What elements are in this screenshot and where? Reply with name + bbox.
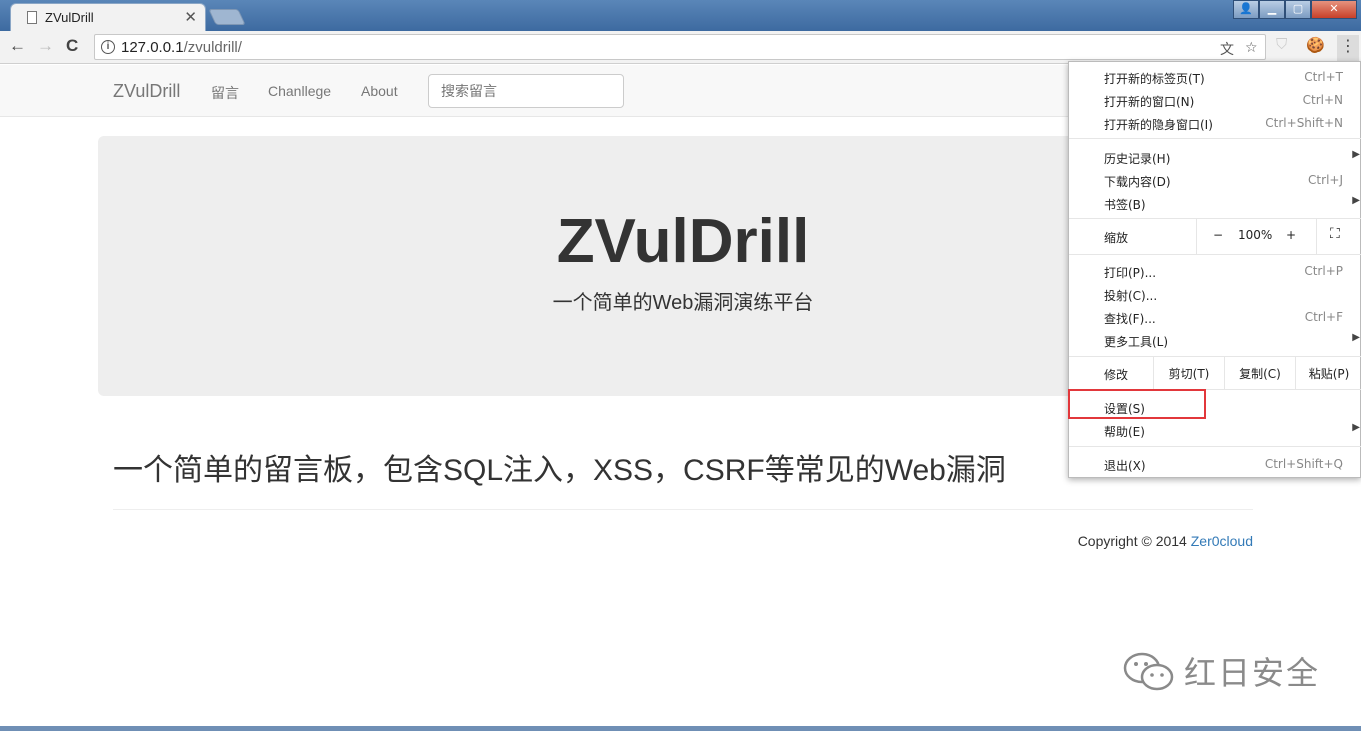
maximize-button[interactable]: ▢ — [1285, 0, 1311, 19]
menu-item-print[interactable]: 打印(P)... Ctrl+P — [1069, 260, 1361, 283]
site-brand[interactable]: ZVulDrill — [113, 81, 180, 102]
zoom-level: 100% — [1238, 228, 1273, 242]
cut-button[interactable]: 剪切(T) — [1153, 356, 1224, 389]
search-input[interactable] — [428, 74, 624, 108]
menu-item-new-window[interactable]: 打开新的窗口(N) Ctrl+N — [1069, 89, 1361, 112]
zoom-out-button[interactable]: − — [1213, 228, 1223, 242]
page-icon — [27, 11, 37, 24]
zoom-label: 缩放 — [1104, 231, 1129, 245]
menu-item-help[interactable]: 帮助(E) ▶ — [1069, 419, 1361, 442]
browser-titlebar: ZVulDrill ✕ 👤 ▁ ▢ ✕ — [0, 0, 1361, 31]
watermark: 红日安全 — [1122, 648, 1320, 694]
tab-close-icon[interactable]: ✕ — [184, 8, 197, 26]
user-icon[interactable]: 👤 — [1233, 0, 1259, 19]
back-button[interactable]: ← — [9, 36, 26, 56]
menu-item-history[interactable]: 历史记录(H) ▶ — [1069, 146, 1361, 169]
paste-button[interactable]: 粘贴(P) — [1295, 356, 1361, 389]
window-controls: 👤 ▁ ▢ ✕ — [1233, 0, 1357, 20]
translate-icon[interactable]: 文 — [1220, 39, 1234, 59]
browser-menu-button[interactable]: ⋮ — [1337, 35, 1359, 61]
settings-highlight-box — [1068, 389, 1206, 419]
tab-title: ZVulDrill — [45, 10, 94, 25]
submenu-arrow-icon: ▶ — [1352, 195, 1360, 206]
menu-separator — [1069, 446, 1361, 447]
watermark-text: 红日安全 — [1184, 654, 1321, 692]
reload-button[interactable]: C — [66, 36, 78, 56]
menu-item-bookmarks[interactable]: 书签(B) ▶ — [1069, 192, 1361, 215]
menu-item-downloads[interactable]: 下载内容(D) Ctrl+J — [1069, 169, 1361, 192]
divider — [113, 509, 1253, 510]
menu-item-exit[interactable]: 退出(X) Ctrl+Shift+Q — [1069, 453, 1361, 476]
taskbar-edge — [0, 726, 1361, 731]
menu-separator — [1069, 138, 1361, 139]
url-text: 127.0.0.1/zvuldrill/ — [121, 39, 242, 56]
copyright-text: Copyright © 2014 — [1077, 533, 1191, 549]
submenu-arrow-icon: ▶ — [1352, 332, 1360, 343]
info-icon[interactable]: i — [101, 40, 115, 54]
menu-separator — [1069, 254, 1361, 255]
extension-shield-icon[interactable]: ⛉ — [1276, 36, 1287, 53]
wechat-icon — [1123, 652, 1174, 691]
bookmark-star-icon[interactable]: ☆ — [1245, 39, 1258, 56]
new-tab-button[interactable] — [208, 9, 246, 25]
menu-item-cast[interactable]: 投射(C)... — [1069, 283, 1361, 306]
minimize-button[interactable]: ▁ — [1259, 0, 1285, 19]
submenu-arrow-icon: ▶ — [1352, 149, 1360, 160]
extension-cookie-icon[interactable]: 🍪 — [1306, 36, 1325, 54]
menu-item-incognito[interactable]: 打开新的隐身窗口(I) Ctrl+Shift+N — [1069, 112, 1361, 135]
menu-item-new-tab[interactable]: 打开新的标签页(T) Ctrl+T — [1069, 66, 1361, 89]
menu-item-more-tools[interactable]: 更多工具(L) ▶ — [1069, 329, 1361, 352]
close-window-button[interactable]: ✕ — [1311, 0, 1357, 19]
author-link[interactable]: Zer0cloud — [1191, 533, 1253, 549]
copyright: Copyright © 2014 Zer0cloud — [1078, 533, 1253, 549]
fullscreen-icon[interactable]: ⛶ — [1330, 226, 1340, 242]
copy-button[interactable]: 复制(C) — [1224, 356, 1295, 389]
browser-toolbar: ← → C i 127.0.0.1/zvuldrill/ 文 ☆ — [0, 31, 1361, 64]
menu-zoom-row: 缩放 − 100% + ⛶ — [1069, 218, 1361, 254]
menu-item-find[interactable]: 查找(F)... Ctrl+F — [1069, 306, 1361, 329]
forward-button[interactable]: → — [37, 36, 54, 56]
submenu-arrow-icon: ▶ — [1352, 422, 1360, 433]
page-headline: 一个简单的留言板，包含SQL注入，XSS，CSRF等常见的Web漏洞 — [113, 454, 1006, 487]
nav-link-about[interactable]: About — [361, 83, 398, 99]
browser-tab[interactable]: ZVulDrill ✕ — [10, 3, 206, 31]
address-bar[interactable]: i 127.0.0.1/zvuldrill/ 文 ☆ — [94, 34, 1266, 60]
menu-edit-row: 修改 剪切(T) 复制(C) 粘贴(P) — [1069, 356, 1361, 389]
zoom-in-button[interactable]: + — [1286, 228, 1296, 242]
edit-label: 修改 — [1104, 368, 1129, 382]
nav-link-challenge[interactable]: Chanllege — [268, 83, 331, 99]
nav-link-messages[interactable]: 留言 — [211, 83, 239, 103]
